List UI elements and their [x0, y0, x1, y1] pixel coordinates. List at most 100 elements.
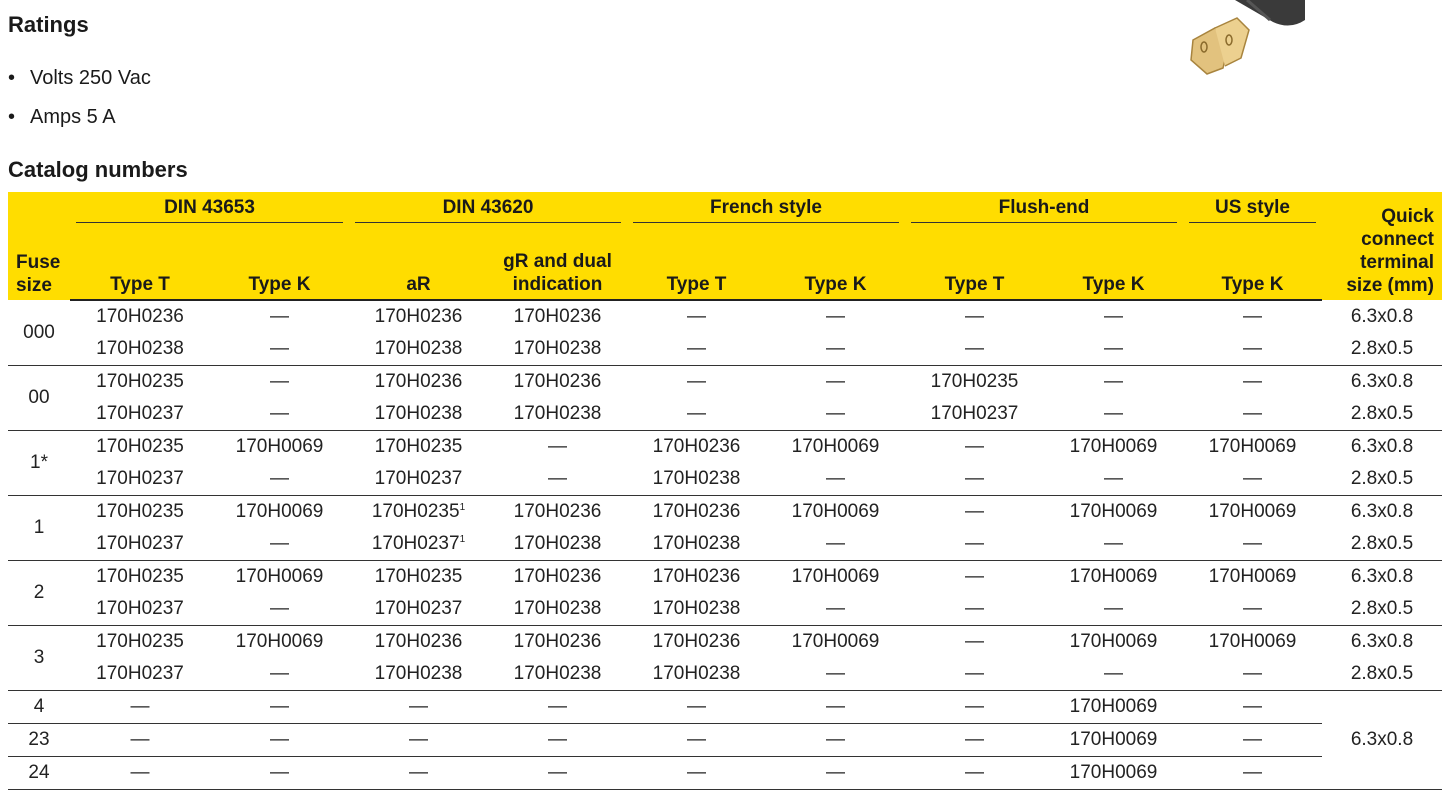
footnote-mark: 1	[459, 534, 466, 545]
catalog-number-cell: —	[349, 723, 488, 757]
terminal-size-cell: 2.8x0.5	[1322, 333, 1442, 366]
fuse-size-cell: 2	[8, 560, 70, 626]
catalog-number-cell: —	[210, 593, 349, 626]
catalog-number-cell: 170H0069	[1044, 690, 1183, 724]
table-row: 170H0237—170H02371 170H0238 170H0238— — — —2.…	[8, 528, 1442, 561]
catalog-number-cell: 170H0238	[349, 333, 488, 366]
catalog-number-cell: —	[1183, 723, 1322, 757]
column-header: Type K	[1183, 226, 1322, 301]
catalog-number-cell: —	[965, 306, 984, 327]
catalog-number-cell: —	[70, 690, 210, 724]
group-din-43653: DIN 43653	[70, 192, 349, 226]
catalog-number-cell: —	[627, 398, 766, 431]
catalog-number-cell: 170H0235	[374, 566, 463, 587]
catalog-heading: Catalog numbers	[8, 157, 188, 182]
bullet-icon: •	[8, 106, 16, 128]
catalog-number-cell: 170H0237	[70, 528, 210, 561]
catalog-number-cell: —	[1183, 398, 1322, 431]
fuse-terminal-image	[1190, 0, 1305, 75]
catalog-number-cell: 170H0235	[96, 436, 184, 457]
fuse-size-header: Fuse size	[8, 192, 70, 300]
catalog-number-cell: 170H0236	[374, 306, 463, 327]
table-row: 24— — — — — — —170H0069—	[8, 756, 1442, 790]
catalog-number-cell: 170H0238	[627, 528, 766, 561]
catalog-number-cell: 170H0238	[70, 333, 210, 366]
catalog-number-cell: —	[1044, 528, 1183, 561]
catalog-number-cell: —	[687, 371, 706, 392]
catalog-number-cell: —	[1183, 463, 1322, 496]
column-header: Type T	[627, 226, 766, 301]
catalog-number-cell: —	[826, 306, 845, 327]
quick-connect-header: Quick connect terminal size (mm)	[1322, 192, 1442, 300]
catalog-number-cell: —	[766, 723, 905, 757]
catalog-number-cell: 170H0238	[488, 333, 627, 366]
catalog-number-cell: 170H0237	[70, 398, 210, 431]
terminal-size-cell: 6.3x0.8	[1350, 566, 1414, 587]
column-header: aR	[349, 226, 488, 301]
catalog-number-cell: —	[210, 398, 349, 431]
catalog-number-cell: 170H0238	[349, 398, 488, 431]
fuse-size-cell: 24	[8, 756, 70, 790]
fuse-size-cell: 3	[8, 625, 70, 691]
terminal-size-cell: 6.3x0.8	[1322, 690, 1442, 790]
catalog-number-cell: —	[687, 306, 706, 327]
terminal-size-cell: 2.8x0.5	[1322, 463, 1442, 496]
catalog-number-cell: 170H0069	[1069, 501, 1158, 522]
catalog-number-cell: —	[905, 658, 1044, 691]
catalog-number-cell: —	[1044, 658, 1183, 691]
catalog-number-cell: —	[70, 756, 210, 790]
catalog-number-cell: —	[627, 756, 766, 790]
table-row: 170H0237—170H0237—170H0238— — — —2.8x0.5	[8, 463, 1442, 496]
ratings-item-volts: • Volts 250 Vac	[8, 62, 151, 101]
catalog-number-cell: 170H0069	[235, 436, 324, 457]
catalog-number-cell: 170H0236	[513, 501, 602, 522]
catalog-number-cell: —	[1243, 306, 1262, 327]
catalog-number-cell: 170H0069	[1044, 756, 1183, 790]
catalog-number-cell: —	[210, 333, 349, 366]
catalog-number-cell: —	[488, 463, 627, 496]
catalog-number-cell: 170H0069	[791, 566, 880, 587]
catalog-number-cell: —	[766, 756, 905, 790]
column-header: Type T	[905, 226, 1044, 301]
catalog-number-cell: —	[905, 756, 1044, 790]
catalog-number-cell: —	[1183, 593, 1322, 626]
catalog-number-cell: 170H0069	[1208, 631, 1297, 652]
terminal-size-cell: 2.8x0.5	[1322, 593, 1442, 626]
catalog-number-cell: 170H0237	[905, 398, 1044, 431]
group-us-style: US style	[1183, 192, 1322, 226]
catalog-number-cell: 170H0069	[1208, 436, 1297, 457]
catalog-number-cell: —	[349, 756, 488, 790]
fuse-size-cell: 4	[8, 690, 70, 724]
catalog-number-cell: 170H0238	[488, 528, 627, 561]
catalog-number-cell: —	[1183, 658, 1322, 691]
terminal-size-cell: 6.3x0.8	[1350, 436, 1414, 457]
column-header: gR and dual indication	[488, 226, 627, 301]
table-row: 1 170H0235 170H0069 170H02351 170H0236 170H02…	[8, 495, 1442, 561]
catalog-number-cell: —	[210, 463, 349, 496]
catalog-number-cell: —	[210, 723, 349, 757]
fuse-size-cell: 000	[8, 300, 70, 366]
catalog-number-cell: —	[766, 593, 905, 626]
footnote-mark: 1	[459, 502, 466, 513]
catalog-number-cell: —	[965, 566, 984, 587]
bullet-icon: •	[8, 67, 16, 89]
catalog-number-cell: —	[1183, 333, 1322, 366]
catalog-number-cell: —	[627, 723, 766, 757]
catalog-number-cell: —	[1044, 463, 1183, 496]
catalog-number-cell: —	[210, 528, 349, 561]
column-header: Type K	[766, 226, 905, 301]
catalog-number-cell: —	[766, 658, 905, 691]
table-row: 23— — — — — — —170H0069—	[8, 723, 1442, 757]
catalog-number-cell: —	[70, 723, 210, 757]
catalog-number-cell: —	[627, 690, 766, 724]
catalog-number-cell: —	[1104, 371, 1123, 392]
catalog-number-cell: —	[766, 690, 905, 724]
catalog-number-cell: —	[905, 723, 1044, 757]
group-french-style: French style	[627, 192, 905, 226]
catalog-number-cell: 170H02371	[349, 528, 488, 561]
catalog-number-cell: 170H0236	[513, 631, 602, 652]
catalog-number-cell: 170H0238	[627, 463, 766, 496]
catalog-number-cell: —	[349, 690, 488, 724]
catalog-number-cell: 170H0069	[1208, 566, 1297, 587]
catalog-number-cell: —	[965, 501, 984, 522]
